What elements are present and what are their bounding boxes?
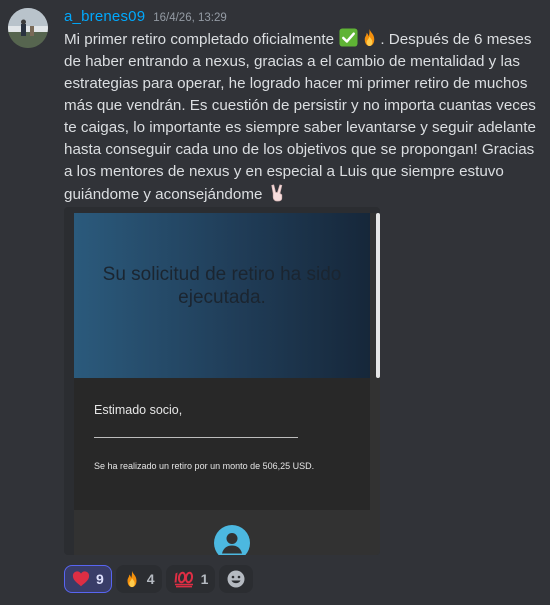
email-hero-banner: Su solicitud de retiro ha sido ejecutada… — [74, 213, 370, 378]
victory-hand-emoji — [271, 184, 282, 202]
reaction-hundred-points-count: 1 — [200, 571, 209, 587]
email-body-card: Estimado socio, Se ha realizado un retir… — [74, 378, 370, 510]
image-attachment[interactable]: Su solicitud de retiro ha sido ejecutada… — [64, 207, 380, 555]
hundred-points-icon — [174, 571, 193, 588]
reactions-bar: 9 4 1 — [64, 565, 254, 593]
message-content: Mi primer retiro completado oficialmente… — [64, 28, 542, 206]
check-mark-emoji — [339, 28, 358, 47]
email-divider — [94, 437, 298, 438]
message-header: a_brenes09 16/4/26, 13:29 — [64, 8, 227, 28]
email-scrollbar — [376, 213, 380, 378]
reaction-heart-count: 9 — [96, 571, 104, 587]
avatar-image — [8, 8, 48, 48]
message-text-part1: Mi primer retiro completado oficialmente — [64, 31, 339, 48]
reaction-hundred-points[interactable]: 1 — [165, 565, 216, 593]
reaction-fire-count: 4 — [146, 571, 155, 587]
heart-icon — [72, 571, 90, 587]
username[interactable]: a_brenes09 — [64, 8, 145, 25]
user-circle-icon — [214, 525, 250, 555]
reaction-fire[interactable]: 4 — [115, 565, 162, 593]
user-avatar[interactable] — [8, 8, 48, 48]
message-timestamp: 16/4/26, 13:29 — [153, 12, 227, 24]
fire-icon — [127, 570, 137, 588]
email-greeting: Estimado socio, — [94, 403, 183, 417]
fire-emoji — [365, 28, 375, 47]
message-text-part2: . Después de 6 meses de haber entrando a… — [64, 31, 536, 203]
reaction-heart[interactable]: 9 — [64, 565, 112, 593]
smiley-face-icon — [227, 570, 245, 588]
withdrawal-email-screenshot: Su solicitud de retiro ha sido ejecutada… — [74, 213, 380, 555]
email-withdrawal-info: Se ha realizado un retiro por un monto d… — [94, 461, 315, 471]
add-reaction-button[interactable] — [219, 565, 254, 593]
email-hero-title: Su solicitud de retiro ha sido ejecutada… — [102, 264, 342, 308]
